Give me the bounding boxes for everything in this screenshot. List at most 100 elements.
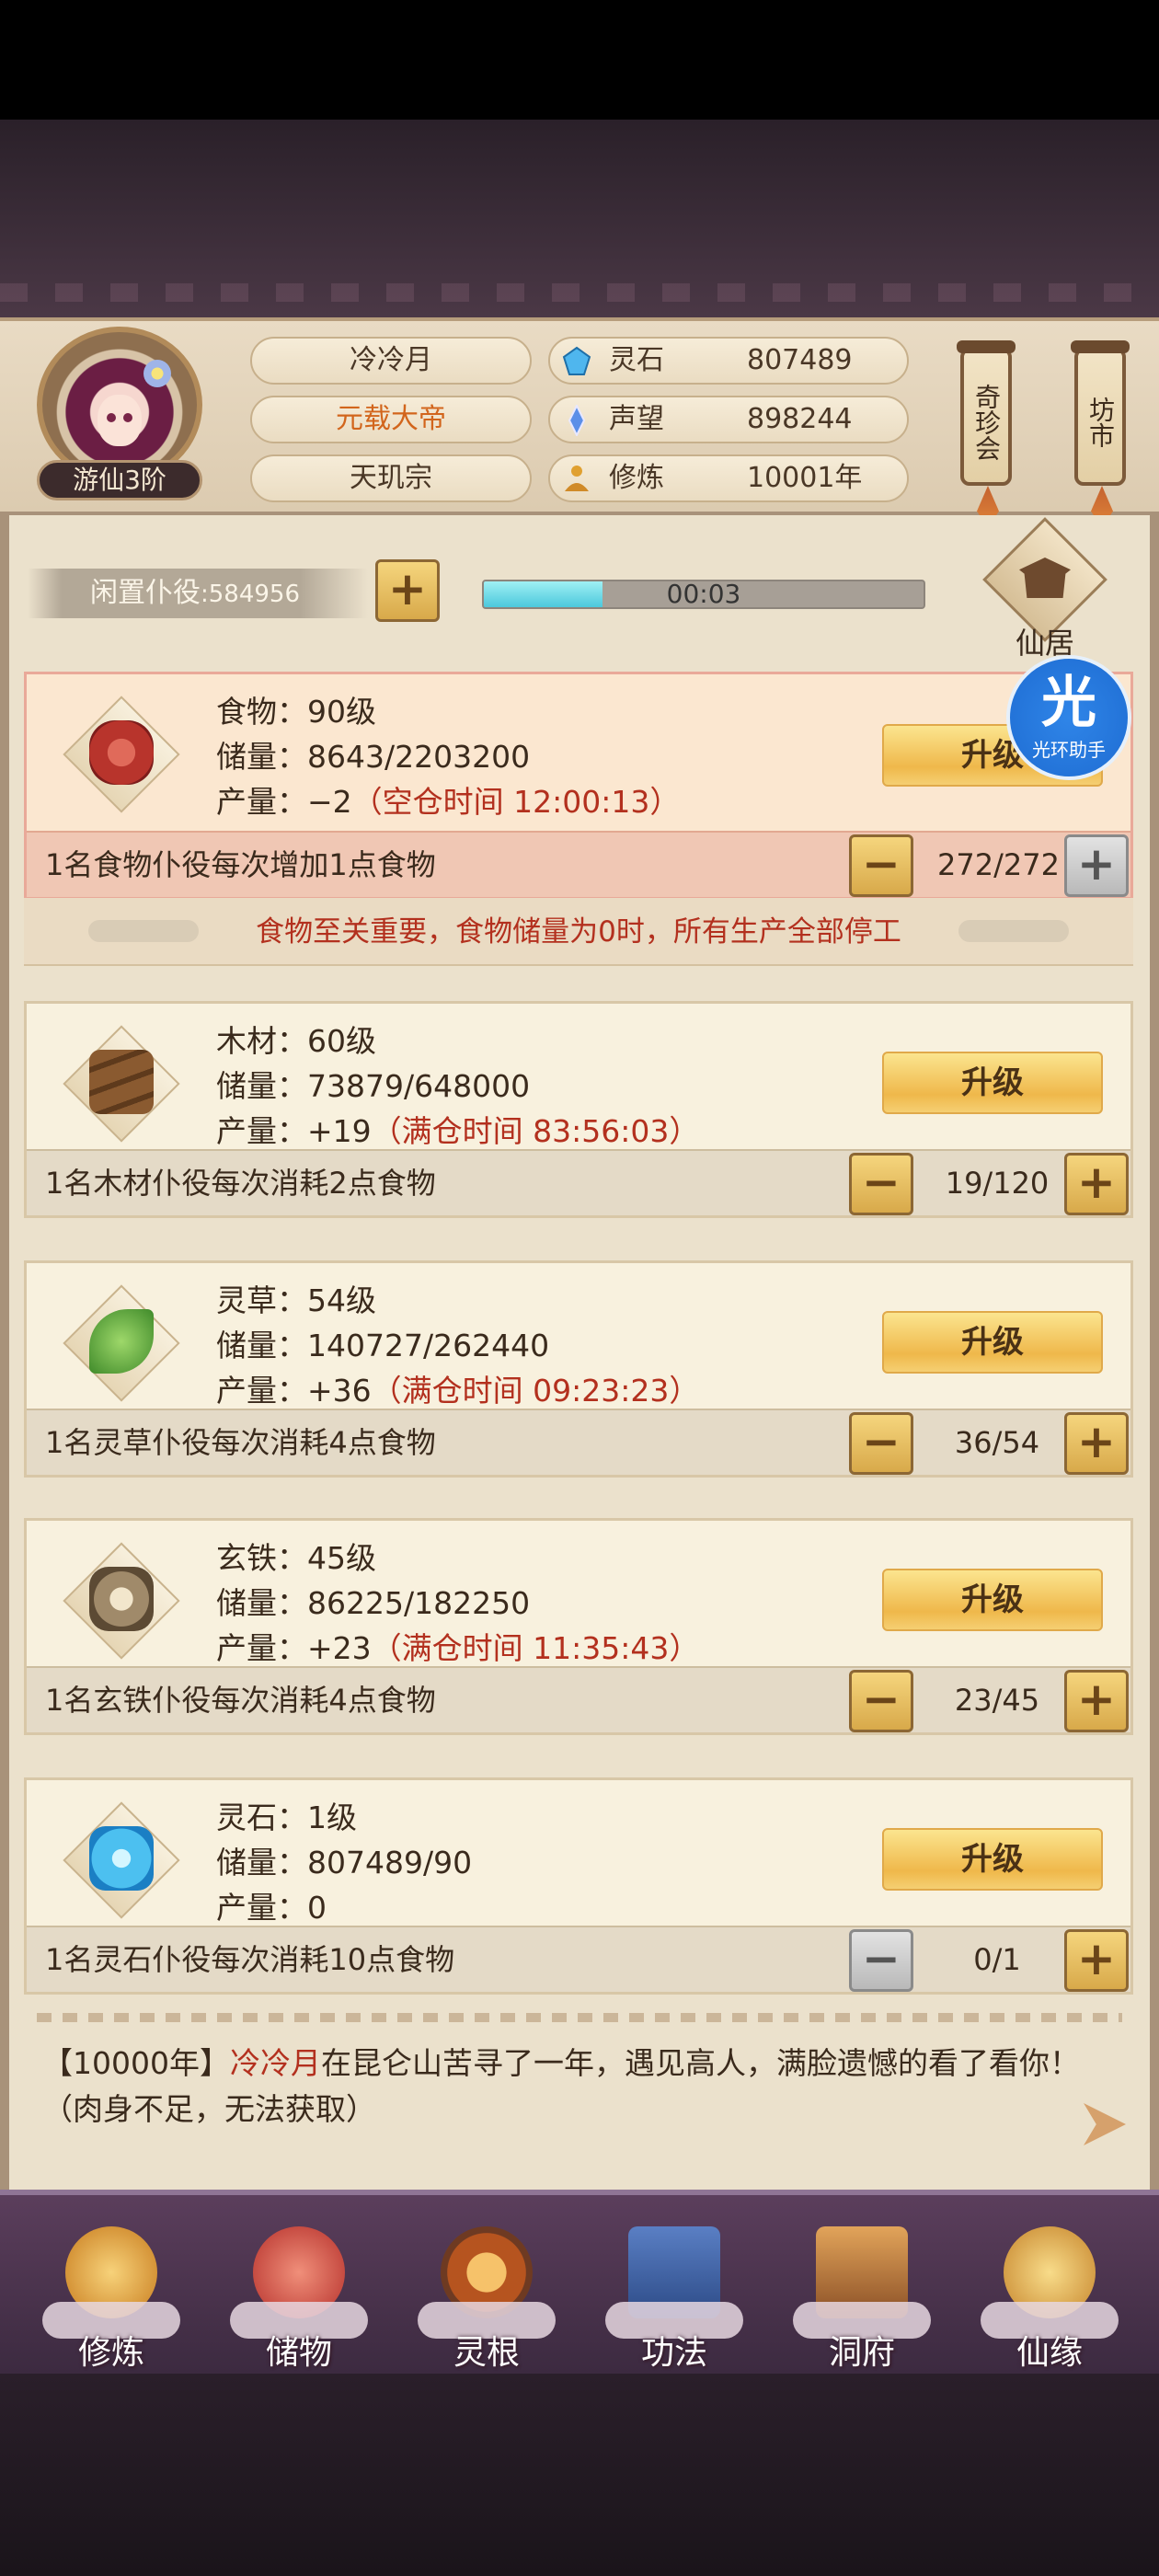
resource-value: 898244	[747, 403, 853, 435]
building-output: 产量：+36	[216, 1373, 372, 1409]
nav-spirit-root[interactable]: 灵根	[418, 2226, 556, 2374]
nav-techniques[interactable]: 功法	[605, 2226, 743, 2374]
nav-label: 修炼	[77, 2334, 144, 2372]
player-rank: 游仙3阶	[37, 460, 202, 500]
building-level: 灵草：54级	[216, 1282, 376, 1318]
servant-allocation-bar: 1名木材仆役每次消耗2点食物 − 19/120 +	[27, 1149, 1130, 1215]
progress-timer: 00:03	[666, 580, 741, 609]
add-servant-button[interactable]: +	[1064, 1412, 1129, 1475]
servant-count: 36/54	[954, 1425, 1040, 1460]
remove-servant-button[interactable]: −	[849, 1670, 913, 1732]
servant-allocation-bar: 1名灵石仆役每次消耗10点食物 − 0/1 +	[27, 1926, 1130, 1992]
servant-allocation-bar: 1名灵草仆役每次消耗4点食物 − 36/54 +	[27, 1409, 1130, 1475]
servant-description: 1名木材仆役每次消耗2点食物	[45, 1166, 436, 1201]
upgrade-button[interactable]: 升级	[882, 1569, 1103, 1631]
servant-allocation-bar: 1名食物仆役每次增加1点食物 − 272/272 +	[27, 831, 1130, 897]
bottom-decor	[0, 2374, 1159, 2576]
building-output: 产量：+19	[216, 1113, 372, 1149]
remove-servant-button[interactable]: −	[849, 1153, 913, 1215]
player-title[interactable]: 元载大帝	[250, 396, 532, 443]
resource-value: 10001年	[747, 462, 863, 494]
building-level: 食物：90级	[216, 694, 376, 730]
building-level: 木材：60级	[216, 1023, 376, 1059]
nav-cave-house[interactable]: 洞府	[793, 2226, 931, 2374]
ornamental-divider	[37, 2013, 1122, 2022]
add-servant-button[interactable]: +	[1064, 1670, 1129, 1732]
add-servant-button[interactable]: +	[1064, 1153, 1129, 1215]
building-output-note: （满仓时间 09:23:23）	[371, 1373, 700, 1409]
nav-label: 洞府	[828, 2334, 895, 2372]
resource-cultivation: 修炼 10001年	[548, 454, 909, 502]
resource-label: 修炼	[609, 462, 664, 494]
upgrade-button[interactable]: 升级	[882, 1052, 1103, 1114]
building-output: 产量：0	[216, 1890, 327, 1926]
idle-servants-label: 闲置仆役	[90, 577, 201, 609]
add-servant-button[interactable]: +	[1064, 834, 1129, 897]
residence-button[interactable]: 仙居	[982, 517, 1107, 661]
nav-storage[interactable]: 储物	[230, 2226, 368, 2374]
player-name: 冷冷月	[250, 337, 532, 385]
resource-reputation: 声望 898244	[548, 396, 909, 443]
add-servant-button[interactable]: +	[1064, 1929, 1129, 1992]
halo-assistant-overlay[interactable]: 光 光环助手	[1006, 655, 1131, 780]
status-bar-area	[0, 0, 1159, 120]
building-output: 产量：−2	[216, 784, 352, 820]
servant-count: 0/1	[973, 1942, 1021, 1977]
building-card-spirit-stone: 灵石：1级 储量：807489/90 产量：0 升级 1名灵石仆役每次消耗10点…	[24, 1777, 1133, 1995]
building-storage: 储量：86225/182250	[216, 1585, 531, 1621]
building-output-note: （空仓时间 12:00:13）	[351, 784, 681, 820]
meat-icon	[63, 696, 180, 813]
treasure-auction-label: 奇珍会	[971, 384, 1002, 461]
building-storage: 储量：8643/2203200	[216, 739, 531, 775]
treasure-auction-button[interactable]: 奇珍会	[957, 340, 1016, 528]
building-card-iron: 玄铁：45级 储量：86225/182250 产量：+23（满仓时间 11:35…	[24, 1518, 1133, 1735]
market-button[interactable]: 坊市	[1071, 340, 1130, 528]
servant-description: 1名灵草仆役每次消耗4点食物	[45, 1425, 436, 1460]
player-sect[interactable]: 天玑宗	[250, 454, 532, 502]
building-card-wood: 木材：60级 储量：73879/648000 产量：+19（满仓时间 83:56…	[24, 1001, 1133, 1218]
halo-label: 光环助手	[1032, 739, 1106, 761]
servant-description: 1名灵石仆役每次消耗10点食物	[45, 1942, 455, 1977]
herb-icon	[63, 1284, 180, 1402]
crystal-icon	[63, 1801, 180, 1919]
event-log: 【10000年】冷冷月在昆仑山苦寻了一年，遇见高人，满脸遗憾的看了看你！（肉身不…	[42, 2041, 1082, 2133]
building-card-food: 食物：90级 储量：8643/2203200 产量：−2（空仓时间 12:00:…	[24, 672, 1133, 900]
building-level: 灵石：1级	[216, 1800, 357, 1835]
add-servant-button[interactable]: +	[375, 559, 440, 622]
building-output: 产量：+23	[216, 1630, 372, 1666]
nav-label: 灵根	[453, 2334, 520, 2372]
halo-glyph: 光	[1041, 671, 1096, 735]
idle-servants: 闲置仆役:584956	[28, 569, 368, 618]
resource-value: 807489	[747, 344, 853, 376]
remove-servant-button[interactable]: −	[849, 834, 913, 897]
reputation-icon	[568, 405, 586, 436]
servant-count: 272/272	[937, 847, 1060, 882]
remove-servant-button[interactable]: −	[849, 1412, 913, 1475]
spirit-stone-icon	[562, 346, 591, 375]
production-progress-bar: 00:03	[482, 580, 925, 609]
market-label: 坊市	[1085, 397, 1116, 448]
resource-label: 灵石	[609, 344, 664, 376]
remove-servant-button[interactable]: −	[849, 1929, 913, 1992]
upgrade-button[interactable]: 升级	[882, 1311, 1103, 1374]
building-card-herb: 灵草：54级 储量：140727/262440 产量：+36（满仓时间 09:2…	[24, 1260, 1133, 1478]
nav-label: 储物	[265, 2334, 332, 2372]
flower-ornament-icon	[143, 360, 171, 387]
nav-label: 功法	[640, 2334, 707, 2372]
servant-description: 1名玄铁仆役每次消耗4点食物	[45, 1683, 436, 1718]
nav-cultivate[interactable]: 修炼	[42, 2226, 180, 2374]
resource-spirit-stone: 灵石 807489	[548, 337, 909, 385]
upgrade-button[interactable]: 升级	[882, 1828, 1103, 1891]
log-name: 冷冷月	[229, 2045, 321, 2081]
iron-ore-icon	[63, 1542, 180, 1660]
building-level: 玄铁：45级	[216, 1540, 376, 1576]
log-year: 【10000年】	[42, 2045, 230, 2081]
nav-destiny[interactable]: 仙缘	[981, 2226, 1119, 2374]
cultivation-icon	[565, 466, 589, 491]
servant-description: 1名食物仆役每次增加1点食物	[45, 847, 436, 882]
building-storage: 储量：807489/90	[216, 1845, 473, 1880]
servant-count: 19/120	[945, 1166, 1050, 1201]
warning-text: 食物至关重要，食物储量为0时，所有生产全部停工	[256, 915, 901, 949]
wood-icon	[63, 1025, 180, 1143]
building-storage: 储量：73879/648000	[216, 1068, 531, 1104]
